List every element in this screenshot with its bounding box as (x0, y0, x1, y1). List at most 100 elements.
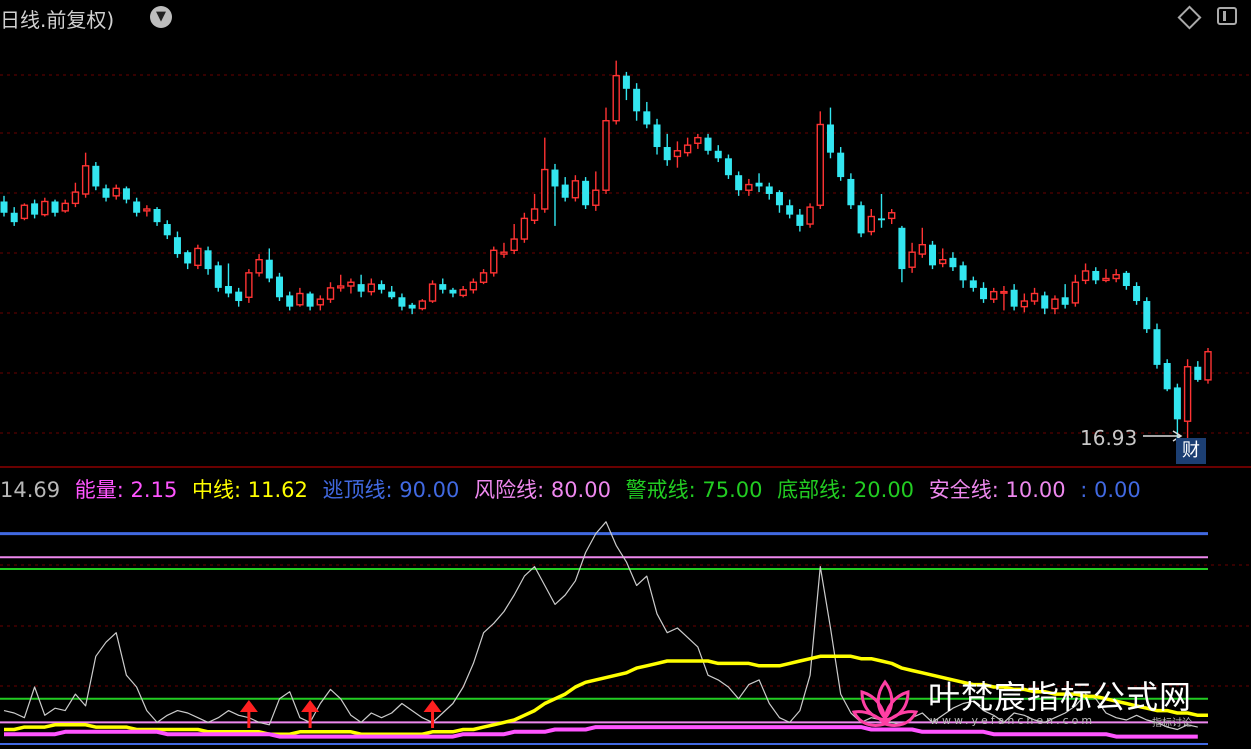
candle (602, 107, 610, 194)
finance-badge[interactable]: 财 (1176, 438, 1206, 464)
candle-body (235, 291, 243, 302)
candle-body (316, 298, 325, 306)
candle-body (898, 227, 906, 270)
candle (20, 203, 29, 221)
candle (765, 182, 773, 200)
candle (500, 242, 508, 258)
candle (102, 184, 110, 202)
candle (1194, 361, 1202, 382)
candle-body (980, 287, 988, 300)
candle (122, 186, 130, 204)
candle-body (245, 272, 253, 298)
candle-body (1133, 286, 1141, 302)
candle-body (1020, 300, 1029, 308)
candle-body (408, 304, 416, 309)
candle-body (520, 217, 529, 240)
candle (520, 212, 529, 243)
candle-body (81, 165, 90, 195)
up-arrow-icon (301, 700, 320, 728)
candle-body (735, 175, 743, 191)
lotus-logo-icon (851, 679, 919, 727)
candle-body (357, 284, 365, 292)
up-arrow-icon (239, 700, 258, 728)
candle (1112, 269, 1120, 283)
candle-body (530, 208, 539, 221)
candle-body (765, 186, 773, 194)
candle (10, 207, 18, 226)
candle-body (694, 136, 702, 144)
candle (949, 252, 957, 271)
panel-layout-icon[interactable] (1217, 7, 1237, 25)
candle-body (306, 293, 314, 307)
candle-body (1071, 281, 1080, 304)
candle (398, 293, 406, 311)
candle-body (398, 297, 406, 307)
candle (898, 225, 906, 283)
candle (683, 137, 692, 157)
candle-body (378, 284, 386, 290)
candle-body (92, 165, 100, 187)
candle-body (1092, 270, 1100, 281)
candle (265, 248, 273, 283)
candle-body (959, 265, 967, 281)
candle-body (755, 182, 763, 187)
candle-body (683, 144, 692, 154)
candle (286, 291, 294, 311)
candle-body (112, 187, 120, 197)
candle-body (469, 281, 478, 291)
candle (592, 171, 600, 211)
candle (969, 276, 977, 292)
candle (980, 282, 988, 303)
candle (1143, 297, 1151, 333)
candle-body (714, 150, 722, 159)
candle-body (592, 189, 600, 206)
candle-body (214, 265, 222, 288)
candle (439, 278, 447, 294)
candle-body (786, 205, 794, 215)
candle (357, 274, 365, 298)
candle (41, 197, 49, 217)
candle-body (1173, 387, 1181, 420)
candle (235, 287, 243, 307)
candle-body (551, 169, 559, 187)
candle-body (673, 150, 682, 158)
candle (908, 242, 916, 273)
candle (418, 299, 427, 311)
candle-body (704, 137, 712, 151)
chevron-down-icon[interactable]: ▼ (150, 6, 172, 28)
candle-body (173, 237, 181, 255)
candle-body (612, 74, 620, 122)
candle (1102, 269, 1110, 283)
candle (775, 190, 783, 213)
candle (71, 182, 80, 208)
candle-body (275, 276, 283, 298)
watermark-url: www.yefanchen.com (930, 714, 1096, 727)
candle (306, 291, 314, 311)
candle (867, 209, 875, 236)
candle (1071, 274, 1080, 307)
watermark: 叶梵宸指标公式网 www.yefanchen.com 指标讨论 (850, 672, 1230, 742)
candle (316, 295, 325, 311)
candle-body (31, 203, 39, 215)
candle (571, 175, 580, 202)
candle (0, 195, 8, 217)
candle (643, 101, 651, 129)
candle (816, 111, 824, 209)
candle (490, 246, 498, 277)
candle (112, 184, 120, 200)
candle (1000, 286, 1008, 311)
candle (459, 286, 467, 298)
candle (1061, 284, 1069, 309)
up-arrow-icon (423, 700, 442, 728)
candle-body (286, 295, 294, 307)
candle-body (194, 247, 202, 267)
candle (929, 240, 937, 270)
candle-body (1122, 272, 1130, 286)
candlestick-chart[interactable] (0, 0, 1251, 465)
candle-body (224, 286, 232, 294)
candle (378, 280, 386, 294)
candle-body (133, 201, 141, 213)
candle (275, 272, 283, 302)
candle (796, 209, 804, 232)
candle (510, 224, 518, 255)
